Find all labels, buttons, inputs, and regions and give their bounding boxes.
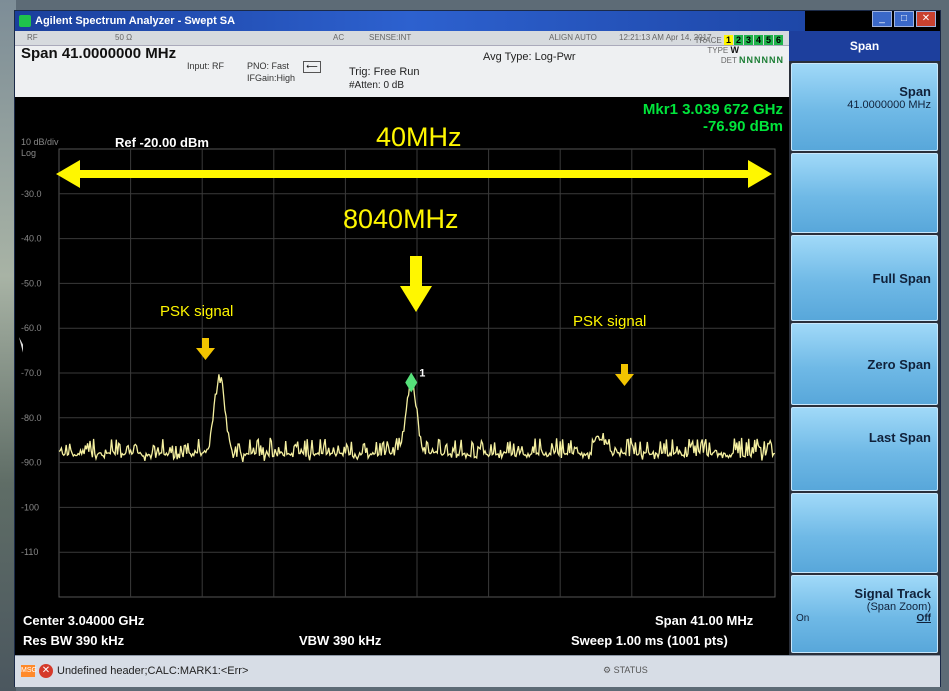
psk-left-arrow: [196, 338, 215, 360]
bandwidth-arrow: [56, 160, 772, 188]
center-down-arrow: [400, 256, 432, 312]
annotation-arrows: [56, 160, 772, 386]
psk-right-arrow: [615, 364, 634, 386]
